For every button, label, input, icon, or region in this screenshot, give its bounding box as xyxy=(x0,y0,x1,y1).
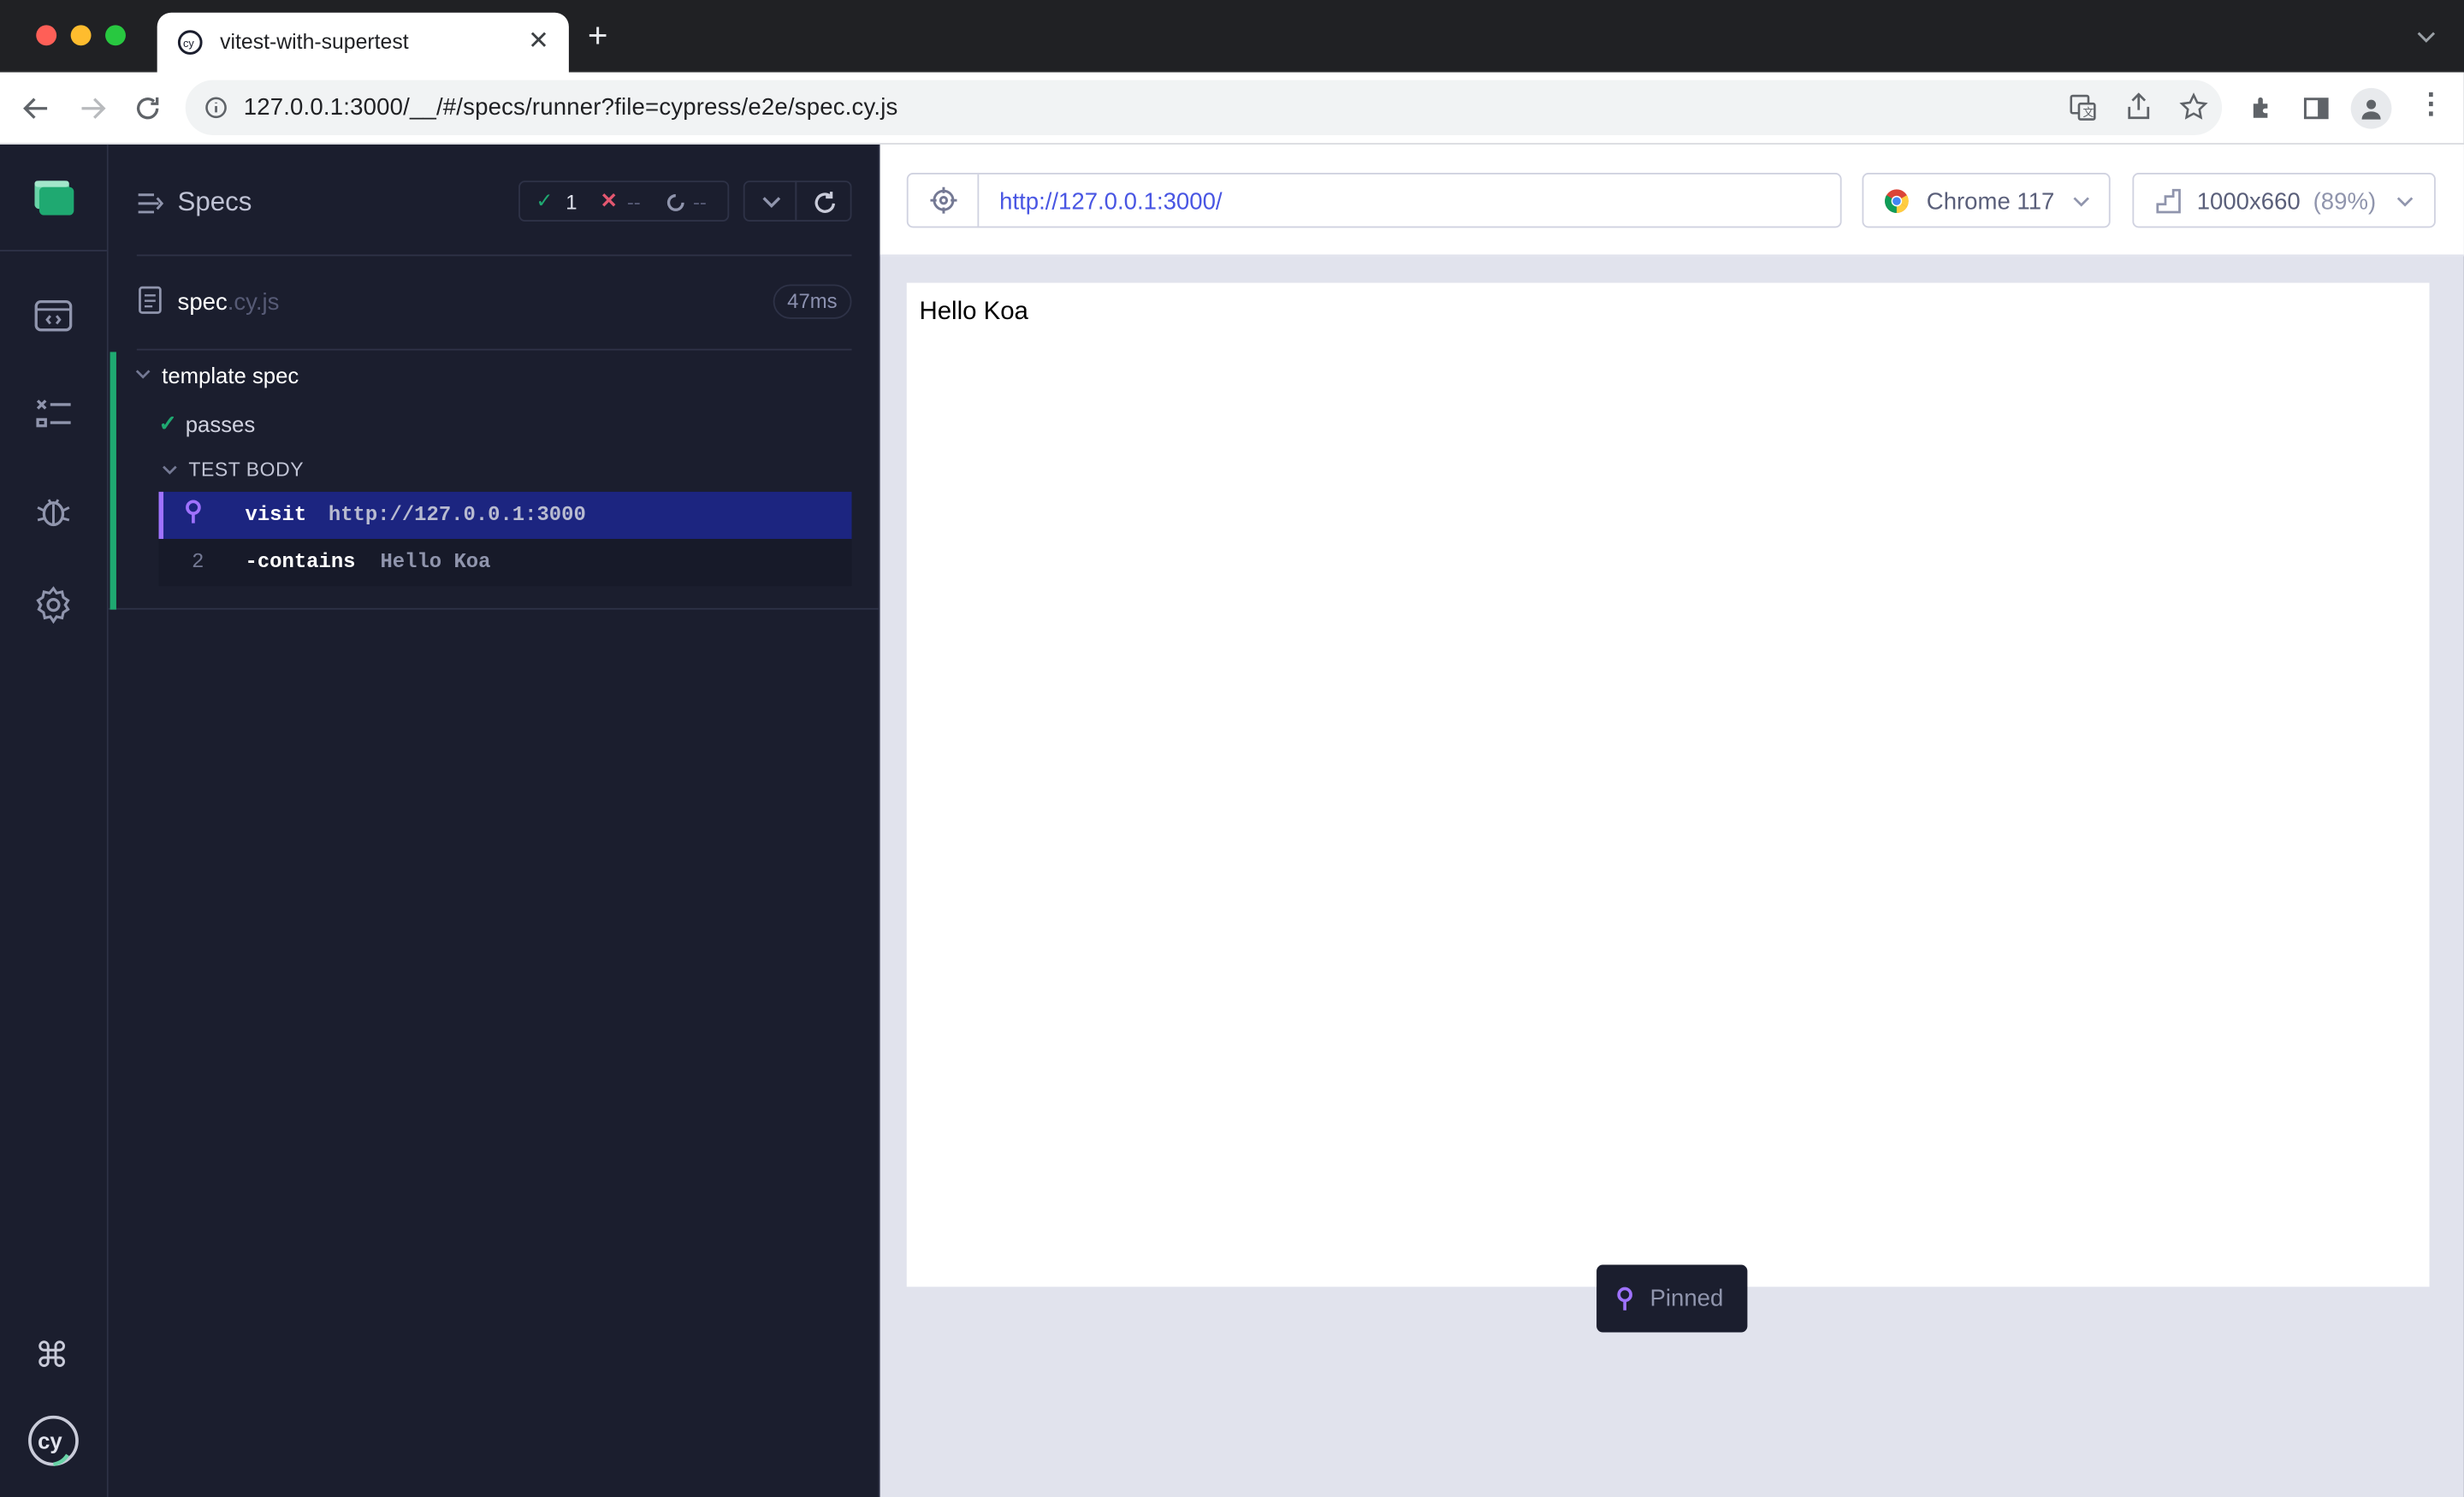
minimize-window-button[interactable] xyxy=(70,25,92,46)
spec-file-name[interactable]: spec.cy.js xyxy=(178,289,280,316)
command-arg: Hello Koa xyxy=(380,549,491,574)
command-row-visit[interactable]: visit http://127.0.0.1:3000 xyxy=(158,491,852,539)
test-body-chevron-icon[interactable] xyxy=(162,465,177,476)
divider xyxy=(136,348,852,351)
back-icon[interactable] xyxy=(22,94,50,122)
profile-avatar[interactable] xyxy=(2350,87,2392,129)
cypress-logo-icon[interactable]: cy xyxy=(27,1414,80,1467)
app-under-test-panel: http://127.0.0.1:3000/ Chrome 117 1000x6… xyxy=(880,144,2464,1497)
ruler-icon xyxy=(2156,188,2181,214)
spec-file-basename: spec xyxy=(177,288,228,317)
reload-icon[interactable] xyxy=(133,94,162,122)
pinned-label: Pinned xyxy=(1650,1285,1724,1312)
viewport-scale: (89%) xyxy=(2313,188,2377,216)
svg-text:cy: cy xyxy=(38,1429,62,1453)
command-row-contains[interactable]: 2 -contains Hello Koa xyxy=(158,538,852,587)
close-tab-icon[interactable]: ✕ xyxy=(528,25,549,56)
collapse-all-button[interactable] xyxy=(743,180,797,222)
spec-duration-badge: 47ms xyxy=(773,284,852,319)
profile-icon xyxy=(2361,99,2381,120)
bookmark-star-icon[interactable] xyxy=(2179,92,2208,121)
settings-nav-icon[interactable] xyxy=(34,586,72,624)
browser-tab[interactable]: cy vitest-with-supertest ✕ xyxy=(157,12,569,73)
share-icon[interactable] xyxy=(2126,92,2151,121)
aut-content-text: Hello Koa xyxy=(919,298,1028,326)
failed-icon: ✕ xyxy=(600,188,618,212)
debug-nav-icon[interactable] xyxy=(34,492,72,530)
spec-file-icon xyxy=(139,286,162,314)
command-name: visit xyxy=(245,502,307,527)
pin-icon xyxy=(186,500,201,524)
tab-search-icon[interactable] xyxy=(2417,32,2436,44)
address-bar[interactable]: 127.0.0.1:3000/__/#/specs/runner?file=cy… xyxy=(185,80,2223,135)
chevron-down-icon xyxy=(2396,197,2414,207)
suite-title[interactable]: template spec xyxy=(162,363,299,388)
runs-nav-icon[interactable] xyxy=(34,396,72,430)
suite-chevron-icon[interactable] xyxy=(135,370,151,381)
pending-count: -- xyxy=(692,190,707,214)
cypress-side-nav: ⌘ cy xyxy=(0,144,109,1497)
chevron-down-icon xyxy=(2073,197,2089,207)
selector-playground-button[interactable] xyxy=(909,174,980,227)
chevron-down-icon xyxy=(762,197,781,208)
browser-toolbar: 127.0.0.1:3000/__/#/specs/runner?file=cy… xyxy=(0,72,2464,145)
reporter-panel: Specs ✓ 1 ✕ -- -- spec.cy.js 47ms templa… xyxy=(108,144,880,1497)
browser-name: Chrome 117 xyxy=(1926,188,2055,216)
new-tab-button[interactable]: + xyxy=(588,18,608,53)
specs-nav-icon[interactable] xyxy=(34,299,73,333)
browser-selector[interactable]: Chrome 117 xyxy=(1862,173,2111,228)
test-passed-icon: ✓ xyxy=(158,410,178,435)
aut-url-bar[interactable]: http://127.0.0.1:3000/ xyxy=(906,173,1842,228)
pin-icon xyxy=(1617,1287,1632,1311)
site-info-icon[interactable] xyxy=(204,96,228,120)
passed-icon: ✓ xyxy=(536,188,554,212)
chrome-menu-icon[interactable]: ⋮ xyxy=(2417,90,2445,118)
extensions-icon[interactable] xyxy=(2248,94,2277,122)
project-icon[interactable] xyxy=(34,180,75,216)
close-window-button[interactable] xyxy=(36,25,57,46)
tab-title: vitest-with-supertest xyxy=(220,29,409,54)
command-name: -contains xyxy=(245,549,356,574)
cypress-favicon-icon: cy xyxy=(177,30,203,55)
browser-tab-bar: cy vitest-with-supertest ✕ + xyxy=(0,0,2464,73)
address-text: 127.0.0.1:3000/__/#/specs/runner?file=cy… xyxy=(243,94,898,121)
pinned-snapshot-badge[interactable]: Pinned xyxy=(1596,1264,1748,1333)
divider xyxy=(108,607,879,610)
keyboard-shortcuts-icon[interactable]: ⌘ xyxy=(34,1338,68,1373)
specs-header-label[interactable]: Specs xyxy=(178,187,252,219)
viewport-size: 1000x660 xyxy=(2196,188,2301,216)
command-number: 2 xyxy=(192,549,204,574)
rerun-tests-button[interactable] xyxy=(795,180,852,222)
refresh-icon xyxy=(814,192,836,213)
svg-text:文: 文 xyxy=(2083,106,2094,119)
maximize-window-button[interactable] xyxy=(105,25,126,46)
chrome-icon xyxy=(1885,189,1909,213)
test-body-label[interactable]: TEST BODY xyxy=(188,459,304,481)
translate-icon[interactable]: 文 xyxy=(2070,94,2096,121)
test-stats: ✓ 1 ✕ -- -- xyxy=(518,180,730,222)
spec-file-extension: .cy.js xyxy=(227,288,280,317)
divider xyxy=(136,254,852,257)
crosshair-icon xyxy=(930,186,957,214)
passed-count: 1 xyxy=(566,190,578,214)
specs-list-toggle-icon[interactable] xyxy=(137,192,165,216)
suite-status-bar xyxy=(110,352,116,610)
side-panel-icon[interactable] xyxy=(2302,94,2331,122)
viewport-selector[interactable]: 1000x660 (89%) xyxy=(2132,173,2436,228)
pending-icon xyxy=(666,194,684,211)
aut-url-text[interactable]: http://127.0.0.1:3000/ xyxy=(999,188,1222,215)
test-title[interactable]: passes xyxy=(186,411,255,436)
project-header xyxy=(0,145,107,251)
command-arg: http://127.0.0.1:3000 xyxy=(328,502,586,527)
aut-header: http://127.0.0.1:3000/ Chrome 117 1000x6… xyxy=(880,144,2464,257)
aut-iframe[interactable]: Hello Koa xyxy=(906,282,2430,1287)
svg-text:cy: cy xyxy=(183,37,194,50)
failed-count: -- xyxy=(626,190,641,214)
forward-icon[interactable] xyxy=(79,94,107,122)
